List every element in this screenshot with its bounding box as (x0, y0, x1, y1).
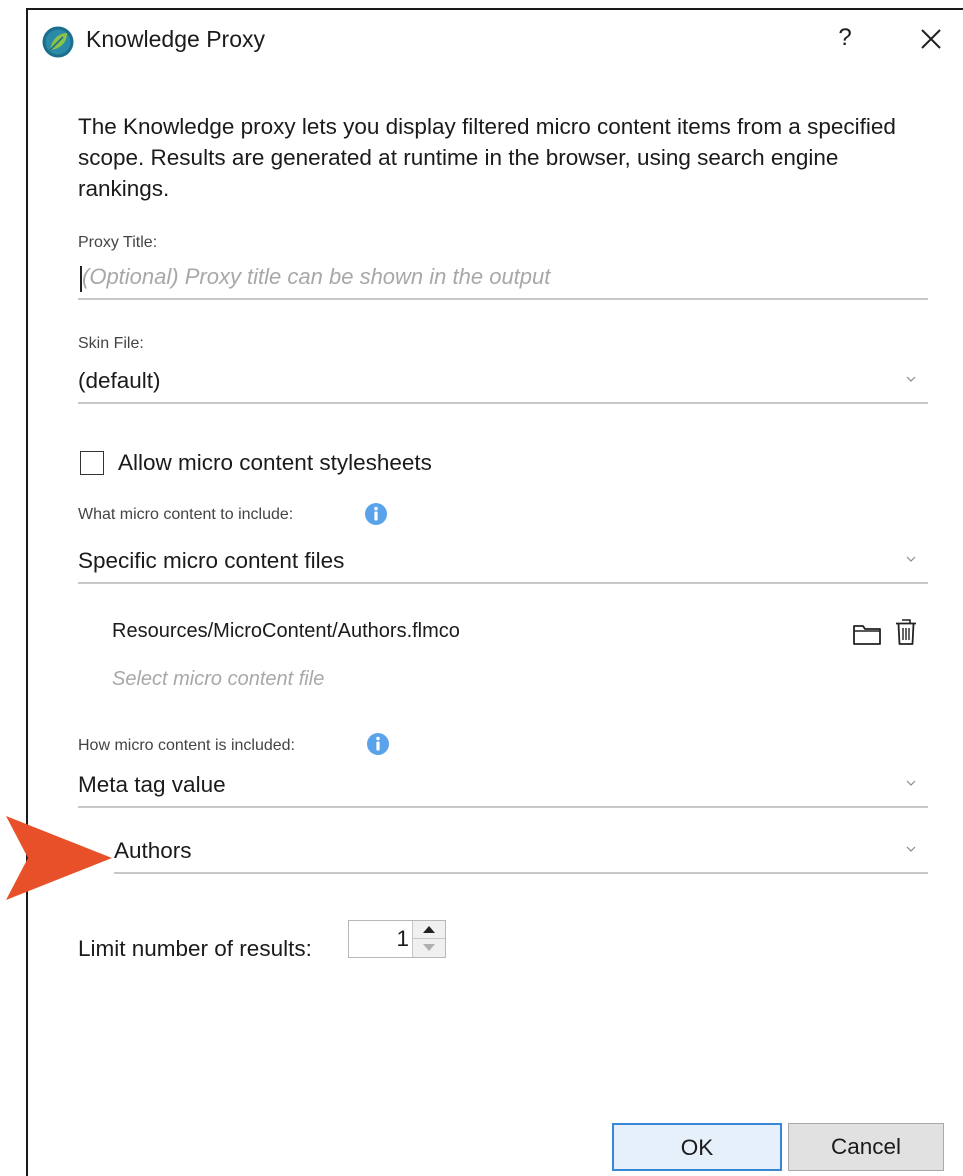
close-icon[interactable] (916, 24, 946, 54)
skin-file-label: Skin File: (78, 335, 144, 352)
window-title: Knowledge Proxy (86, 26, 265, 52)
chevron-down-icon (906, 376, 916, 382)
chevron-down-icon (906, 556, 916, 562)
proxy-title-label: Proxy Title: (78, 234, 158, 251)
flare-leaf-logo-icon (42, 26, 74, 58)
what-to-include-dropdown[interactable]: Specific micro content files (78, 544, 928, 584)
proxy-title-placeholder: (Optional) Proxy title can be shown in t… (82, 264, 551, 289)
what-to-include-value: Specific micro content files (78, 548, 345, 573)
annotation-arrow-icon (6, 816, 112, 900)
dialog-description: The Knowledge proxy lets you display fil… (78, 114, 896, 201)
caret-up-icon (423, 926, 435, 933)
ok-button[interactable]: OK (612, 1123, 782, 1171)
proxy-title-input[interactable]: (Optional) Proxy title can be shown in t… (78, 260, 928, 300)
folder-icon[interactable] (852, 622, 882, 646)
chevron-down-icon (906, 780, 916, 786)
skin-file-dropdown[interactable]: (default) (78, 364, 928, 404)
spinner-up-button[interactable] (412, 921, 445, 939)
what-to-include-label: What micro content to include: (78, 506, 294, 523)
select-micro-content-file[interactable]: Select micro content file (112, 668, 324, 691)
title-bar: Knowledge Proxy ? (28, 10, 963, 70)
how-included-label: How micro content is included: (78, 737, 295, 754)
help-button[interactable]: ? (833, 24, 857, 52)
info-icon[interactable] (364, 502, 388, 526)
limit-results-label: Limit number of results: (78, 936, 312, 961)
chevron-down-icon (906, 846, 916, 852)
trash-icon[interactable] (894, 617, 918, 647)
skin-file-value: (default) (78, 368, 161, 393)
meta-tag-value: Authors (114, 838, 192, 863)
allow-stylesheets-label[interactable]: Allow micro content stylesheets (118, 450, 432, 476)
info-icon[interactable] (366, 732, 390, 756)
spinner-down-button[interactable] (412, 939, 445, 957)
caret-down-icon (423, 944, 435, 951)
how-included-value: Meta tag value (78, 772, 226, 797)
micro-content-file-item[interactable]: Resources/MicroContent/Authors.flmco (112, 620, 460, 643)
meta-tag-dropdown[interactable]: Authors (114, 834, 928, 874)
limit-results-value[interactable]: 1 (396, 926, 409, 952)
allow-stylesheets-checkbox[interactable] (80, 451, 104, 475)
limit-results-spinner[interactable]: 1 (348, 920, 446, 958)
how-included-dropdown[interactable]: Meta tag value (78, 768, 928, 808)
cancel-button[interactable]: Cancel (788, 1123, 944, 1171)
knowledge-proxy-dialog: Knowledge Proxy ? The Knowledge proxy le… (6, 8, 963, 1176)
